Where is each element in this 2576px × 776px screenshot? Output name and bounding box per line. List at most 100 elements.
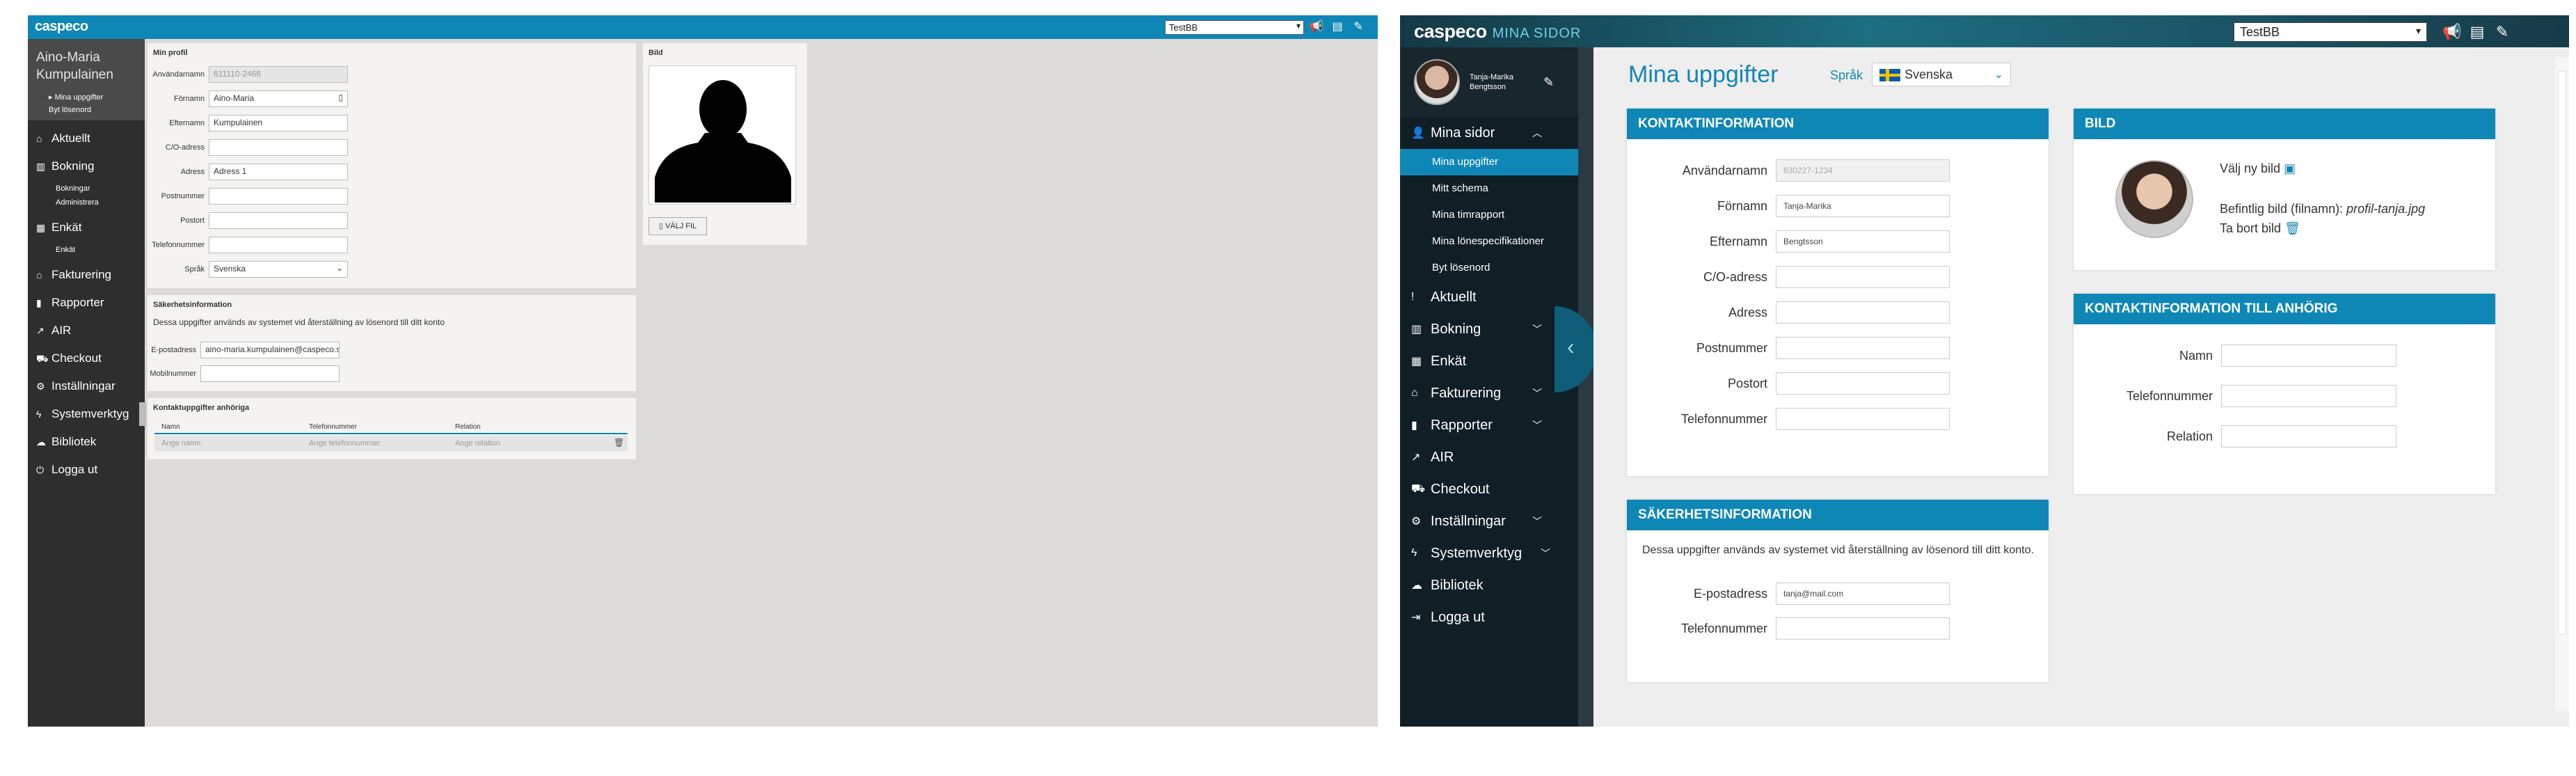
edit-note-icon[interactable]: ✎ — [2492, 22, 2512, 42]
nav-item-logga-ut[interactable]: ⇥ Logga ut — [1400, 601, 1578, 633]
postal-code-field[interactable] — [1776, 337, 1950, 359]
nav-sub-mina-uppgifter[interactable]: Mina uppgifter — [1400, 149, 1578, 175]
nav-item-bokning[interactable]: ▥ Bokning — [28, 152, 145, 180]
scrollbar-thumb[interactable] — [2558, 71, 2566, 635]
nav-sub-group: Bokningar Administrera — [28, 180, 145, 214]
nav-sub-byt-losenord[interactable]: Byt lösenord — [1400, 255, 1578, 281]
city-field[interactable] — [1776, 372, 1950, 395]
city-field[interactable] — [209, 212, 348, 229]
nav-item-enkat[interactable]: ▦ Enkät — [1400, 345, 1578, 377]
field-label: Namn — [2179, 348, 2213, 363]
language-select[interactable]: Svenska ⌄ — [209, 260, 348, 278]
column-header: Namn — [161, 423, 180, 431]
relative-phone-field[interactable] — [2221, 385, 2396, 407]
nav-item-rapporter[interactable]: ▮ Rapporter — [28, 289, 145, 317]
field-label: Telefonnummer — [1680, 411, 1767, 426]
trash-icon[interactable]: 🗑 — [614, 438, 624, 448]
address-field[interactable]: Adress 1 — [209, 163, 348, 180]
nav-item-installningar[interactable]: ⚙ Inställningar — [28, 372, 145, 400]
firstname-field[interactable]: Aino-Maria ▯ — [209, 90, 348, 107]
nav-sub-mina-timrapport[interactable]: Mina timrapport — [1400, 202, 1578, 228]
button-label: VÄLJ FIL — [665, 222, 697, 230]
nav-item-bibliotek[interactable]: ☁ Bibliotek — [1400, 569, 1578, 601]
phone-field[interactable] — [1776, 617, 1950, 640]
co-address-field[interactable] — [1776, 266, 1950, 288]
nav-sub-mitt-schema[interactable]: Mitt schema — [1400, 175, 1578, 202]
chart-icon: ▦ — [36, 222, 46, 233]
choose-image-link[interactable]: Välj ny bild ▣ — [2220, 161, 2296, 176]
lastname-field[interactable]: Bengtsson — [1776, 230, 1950, 253]
nav-label: Bibliotek — [1431, 577, 1484, 593]
power-icon: ⏻ — [36, 464, 45, 475]
nav-sub-enkat[interactable]: Enkät — [56, 243, 145, 257]
nav-menu: ⌂ Aktuellt ▥ Bokning Bokningar Administrera… — [28, 120, 145, 484]
lastname-field[interactable]: Kumpulainen — [209, 114, 348, 132]
tenant-select[interactable]: TestBB ▾ — [2234, 22, 2427, 42]
submenu-mina-uppgifter[interactable]: ▸ Mina uppgifter — [28, 90, 145, 104]
megaphone-icon[interactable]: 📢 — [1310, 20, 1323, 34]
nav-item-air[interactable]: ↗ AIR — [28, 317, 145, 345]
main-scrollbar[interactable] — [2555, 57, 2569, 711]
nav-item-bokning[interactable]: ▥ Bokning ﹀ — [1400, 313, 1578, 345]
edit-note-icon[interactable]: ✎ — [1351, 20, 1365, 34]
bank-icon: ⌂ — [1411, 387, 1418, 399]
nav-item-enkat[interactable]: ▦ Enkät — [28, 214, 145, 241]
email-field[interactable]: tanja@mail.com — [1776, 583, 1950, 605]
cloud-icon: ☁ — [36, 436, 46, 448]
relatives-panel: Kontaktuppgifter anhöriga Namn Telefonnu… — [148, 398, 636, 459]
nav-item-rapporter[interactable]: ▮ Rapporter ﹀ — [1400, 409, 1578, 441]
submenu-byt-losenord[interactable]: Byt lösenord — [28, 104, 145, 116]
co-address-field[interactable] — [209, 138, 348, 156]
nav-item-aktuellt[interactable]: ⌂ Aktuellt — [28, 125, 145, 152]
field-row: Telefonnummer — [1627, 617, 1950, 640]
nav-sub-administrera[interactable]: Administrera — [56, 196, 145, 209]
tenant-select[interactable]: TestBB ▾ — [1165, 20, 1304, 35]
field-label: C/O-adress — [1703, 269, 1767, 284]
relative-name-field[interactable] — [2221, 345, 2396, 367]
nav-item-fakturering[interactable]: ⌂ Fakturering — [28, 261, 145, 289]
sidebar-scrollbar[interactable] — [1578, 47, 1593, 727]
relative-relation-field[interactable] — [2221, 425, 2396, 448]
nav-item-air[interactable]: ↗ AIR — [1400, 441, 1578, 473]
nav-item-bibliotek[interactable]: ☁ Bibliotek — [28, 428, 145, 456]
remove-image-link[interactable]: Ta bort bild 🗑 — [2220, 221, 2300, 236]
nav-item-logga-ut[interactable]: ⏻ Logga ut — [28, 456, 145, 484]
nav-item-mina-sidor[interactable]: 👤 Mina sidor ︿ — [1400, 117, 1578, 149]
phone-input[interactable]: Ange telefonnummer — [309, 439, 380, 448]
collapse-handle[interactable] — [139, 402, 146, 426]
firstname-field[interactable]: Tanja-Marika — [1776, 195, 1950, 217]
print-icon[interactable]: ▤ — [2467, 22, 2487, 42]
nav-item-fakturering[interactable]: ⌂ Fakturering ﹀ — [1400, 377, 1578, 409]
chevron-down-icon: ⌄ — [335, 262, 343, 273]
sidebar: Aino-Maria Kumpulainen ▸ Mina uppgifter … — [28, 39, 145, 727]
nav-sub-bokningar[interactable]: Bokningar — [56, 182, 145, 196]
relation-input[interactable]: Ange relation — [455, 439, 500, 448]
postal-code-field[interactable] — [209, 187, 348, 205]
name-input[interactable]: Ange namn — [161, 439, 200, 448]
field-label: Språk — [184, 264, 205, 274]
mobile-field[interactable] — [200, 365, 340, 382]
megaphone-icon[interactable]: 📢 — [2442, 22, 2462, 42]
language-select[interactable]: Svenska ⌄ — [1872, 63, 2011, 86]
choose-file-button[interactable]: ▯ VÄLJ FIL — [649, 217, 707, 235]
nav-sub-mina-lonespecifikationer[interactable]: Mina lönespecifikationer — [1400, 228, 1578, 255]
phone-field[interactable] — [1776, 408, 1950, 430]
avatar — [1414, 59, 1460, 105]
card-header: BILD — [2074, 109, 2495, 139]
username-field: 611110-2466 — [209, 65, 348, 83]
nav-item-checkout[interactable]: ⛟ Checkout — [1400, 473, 1578, 505]
email-field[interactable]: aino-maria.kumpulainen@caspeco.se — [200, 341, 340, 358]
tenant-select-value: TestBB — [2240, 25, 2280, 39]
address-field[interactable] — [1776, 301, 1950, 324]
field-label: Adress — [180, 167, 205, 176]
field-label: Postnummer — [161, 191, 205, 200]
nav-item-aktuellt[interactable]: ! Aktuellt — [1400, 281, 1578, 313]
nav-item-checkout[interactable]: ⛟ Checkout — [28, 345, 145, 372]
nav-item-systemverktyg[interactable]: ϟ Systemverktyg ﹀ — [1400, 537, 1578, 569]
edit-icon[interactable]: ✎ — [1543, 75, 1554, 90]
field-row: E-postadress aino-maria.kumpulainen@caspe… — [139, 341, 340, 358]
nav-item-systemverktyg[interactable]: ϟ Systemverktyg — [28, 400, 145, 428]
print-icon[interactable]: ▤ — [1330, 20, 1344, 34]
nav-item-installningar[interactable]: ⚙ Inställningar ﹀ — [1400, 505, 1578, 537]
phone-field[interactable] — [209, 236, 348, 253]
